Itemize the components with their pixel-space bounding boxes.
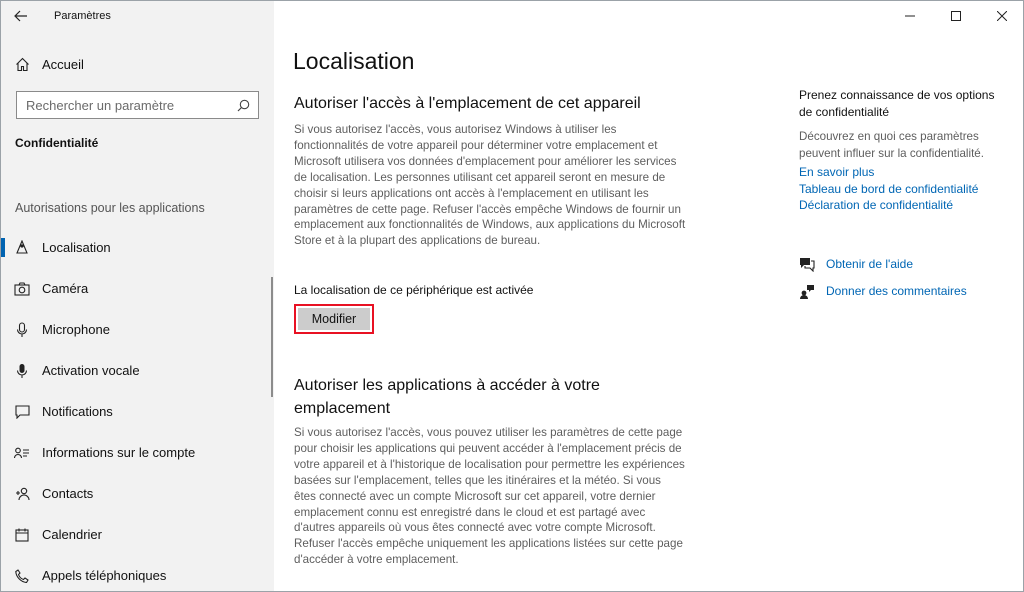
home-label: Accueil: [42, 56, 84, 72]
privacy-dashboard-link[interactable]: Tableau de bord de confidentialité: [799, 181, 1009, 198]
sidebar-item-account-info[interactable]: Informations sur le compte: [1, 432, 274, 473]
app-title: Paramètres: [54, 10, 111, 22]
camera-icon: [14, 281, 30, 297]
sidebar-item-phone-calls[interactable]: Appels téléphoniques: [1, 555, 274, 591]
microphone-icon: [14, 321, 30, 338]
help-icon: [799, 256, 815, 272]
sidebar-item-label: Caméra: [42, 281, 89, 296]
sidebar-item-label: Contacts: [42, 486, 94, 501]
sidebar-nav: Localisation Caméra Microphone Activatio…: [1, 227, 274, 591]
sidebar-item-localisation[interactable]: Localisation: [1, 227, 274, 268]
sidebar-item-notifications[interactable]: Notifications: [1, 391, 274, 432]
get-help-link[interactable]: Obtenir de l'aide: [826, 256, 913, 273]
location-icon: [14, 240, 30, 256]
group-title: Autorisations pour les applications: [15, 201, 205, 215]
privacy-options-heading: Prenez connaissance de vos options de co…: [799, 88, 995, 119]
main-content: Localisation Autoriser l'accès à l'empla…: [274, 1, 1023, 591]
section-heading: Autoriser les applications à accéder à v…: [294, 377, 600, 417]
sidebar-item-calendar[interactable]: Calendrier: [1, 514, 274, 555]
sidebar-item-label: Activation vocale: [42, 363, 140, 378]
location-status: La localisation de ce périphérique est a…: [294, 283, 534, 297]
sidebar-item-home[interactable]: Accueil: [1, 51, 274, 77]
window-controls: [887, 1, 1023, 31]
close-button[interactable]: [979, 1, 1023, 31]
sidebar-item-camera[interactable]: Caméra: [1, 268, 274, 309]
sidebar-item-label: Calendrier: [42, 527, 102, 542]
sidebar-item-label: Notifications: [42, 404, 113, 419]
search-icon: [237, 99, 250, 111]
notifications-icon: [14, 404, 30, 420]
account-info-icon: [14, 445, 30, 461]
feedback-icon: [799, 283, 815, 299]
privacy-statement-link[interactable]: Déclaration de confidentialité: [799, 197, 1009, 214]
sidebar-item-label: Appels téléphoniques: [42, 568, 167, 583]
sidebar-item-voice-activation[interactable]: Activation vocale: [1, 350, 274, 391]
minimize-icon: [905, 15, 915, 17]
phone-calls-icon: [14, 568, 30, 584]
settings-window: Paramètres Accueil Rechercher un paramèt…: [0, 0, 1024, 592]
learn-more-link[interactable]: En savoir plus: [799, 164, 1009, 181]
section-description: Si vous autorisez l'accès, vous autorise…: [294, 123, 686, 248]
calendar-icon: [14, 527, 30, 543]
search-input[interactable]: Rechercher un paramètre: [16, 91, 259, 119]
maximize-icon: [951, 11, 961, 21]
feedback-row[interactable]: Donner des commentaires: [799, 283, 967, 300]
maximize-button[interactable]: [933, 1, 979, 31]
section-title: Confidentialité: [15, 136, 99, 150]
title-bar: Paramètres: [1, 1, 274, 31]
modify-button[interactable]: Modifier: [298, 308, 370, 330]
sidebar-item-label: Informations sur le compte: [42, 445, 196, 460]
section-description: Si vous autorisez l'accès, vous pouvez u…: [294, 426, 685, 567]
minimize-button[interactable]: [887, 1, 933, 31]
sidebar-item-label: Localisation: [42, 240, 111, 255]
page-title: Localisation: [293, 48, 415, 74]
back-arrow-icon: [14, 10, 27, 22]
modify-button-highlight: Modifier: [294, 304, 374, 334]
privacy-options-description: Découvrez en quoi ces paramètres peuvent…: [799, 130, 984, 160]
give-feedback-link[interactable]: Donner des commentaires: [826, 283, 967, 300]
sidebar-item-label: Microphone: [42, 322, 110, 337]
sidebar-item-contacts[interactable]: Contacts: [1, 473, 274, 514]
get-help-row[interactable]: Obtenir de l'aide: [799, 256, 913, 273]
back-button[interactable]: [1, 1, 41, 31]
close-icon: [997, 11, 1007, 21]
contacts-icon: [14, 486, 30, 502]
home-icon: [14, 56, 30, 72]
search-placeholder: Rechercher un paramètre: [26, 97, 175, 113]
sidebar-item-microphone[interactable]: Microphone: [1, 309, 274, 350]
privacy-options-panel: Prenez connaissance de vos options de co…: [799, 87, 1009, 214]
sidebar: Paramètres Accueil Rechercher un paramèt…: [1, 1, 274, 591]
sidebar-scrollbar[interactable]: [271, 277, 273, 397]
section-heading: Autoriser l'accès à l'emplacement de cet…: [294, 95, 641, 112]
voice-activation-icon: [14, 363, 30, 379]
